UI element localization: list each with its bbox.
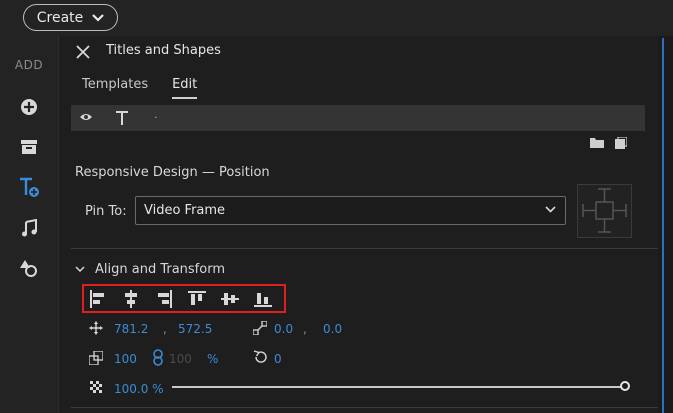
opacity-icon	[90, 381, 102, 393]
transitions-icon[interactable]	[17, 256, 41, 280]
left-rail: ADD	[0, 36, 58, 413]
opacity-value[interactable]: 100.0 %	[114, 382, 164, 396]
folder-icon[interactable]	[590, 137, 604, 148]
responsive-design-label: Responsive Design — Position	[75, 165, 270, 180]
panel-header: Titles and Shapes	[59, 36, 659, 68]
text-tool-icon[interactable]	[115, 110, 129, 126]
move-icon	[89, 321, 103, 335]
scale-width-value[interactable]: 100	[114, 352, 137, 366]
scale-unit-label: %	[207, 352, 219, 366]
right-panel-edge	[658, 36, 673, 413]
opacity-slider-knob[interactable]	[620, 381, 630, 391]
align-top-icon[interactable]	[188, 290, 206, 308]
section-divider-bottom	[71, 407, 659, 408]
eye-icon[interactable]	[79, 112, 93, 122]
anchor-y-value[interactable]: 0.0	[323, 322, 342, 336]
create-button[interactable]: Create	[23, 4, 118, 31]
rotation-value[interactable]: 0	[274, 352, 282, 366]
panel-focus-edge	[662, 38, 664, 413]
position-x-value[interactable]: 781.2	[114, 322, 148, 336]
text-toolstrip: .	[71, 105, 645, 131]
anchor-separator: ,	[303, 322, 307, 336]
pin-position-widget[interactable]	[577, 184, 632, 238]
pin-to-dropdown[interactable]: Video Frame	[135, 196, 566, 225]
chevron-down-icon	[75, 266, 85, 273]
align-transform-header[interactable]: Align and Transform	[75, 262, 225, 277]
position-separator: ,	[163, 322, 167, 336]
tab-templates[interactable]: Templates	[82, 77, 148, 99]
align-left-icon[interactable]	[89, 290, 107, 308]
chevron-down-icon	[545, 206, 556, 213]
titles-shapes-icon[interactable]	[17, 175, 41, 199]
close-icon[interactable]	[75, 44, 91, 60]
position-y-value[interactable]: 572.5	[178, 322, 212, 336]
music-icon[interactable]	[17, 216, 41, 240]
chevron-down-icon	[92, 13, 105, 22]
align-vertical-center-icon[interactable]	[221, 290, 239, 308]
pin-to-label: Pin To:	[85, 204, 127, 219]
tab-edit[interactable]: Edit	[172, 77, 198, 99]
link-icon[interactable]	[153, 349, 163, 366]
opacity-slider-track[interactable]	[172, 386, 624, 388]
anchor-point-icon	[253, 321, 267, 335]
scale-height-value: 100	[169, 352, 192, 366]
rotation-icon	[253, 350, 267, 363]
align-horizontal-center-icon[interactable]	[122, 290, 140, 308]
titles-panel: Titles and Shapes Templates Edit . Respo…	[58, 36, 659, 413]
top-bar: Create	[0, 0, 673, 36]
scale-icon	[89, 351, 103, 365]
panel-tabs: Templates Edit	[82, 77, 198, 99]
section-divider	[71, 248, 659, 249]
archive-icon[interactable]	[17, 135, 41, 159]
new-layer-icon[interactable]	[615, 137, 627, 149]
pin-to-value: Video Frame	[144, 203, 226, 218]
panel-title: Titles and Shapes	[106, 43, 221, 58]
create-button-label: Create	[36, 9, 84, 26]
align-transform-label: Align and Transform	[95, 262, 225, 277]
align-bottom-icon[interactable]	[254, 290, 272, 308]
add-media-icon[interactable]	[17, 95, 41, 119]
align-right-icon[interactable]	[155, 290, 173, 308]
align-buttons-group	[82, 284, 286, 313]
folder-actions	[590, 137, 627, 149]
toolstrip-dot: .	[154, 108, 158, 121]
anchor-x-value[interactable]: 0.0	[274, 322, 293, 336]
add-section-label: ADD	[14, 58, 44, 72]
